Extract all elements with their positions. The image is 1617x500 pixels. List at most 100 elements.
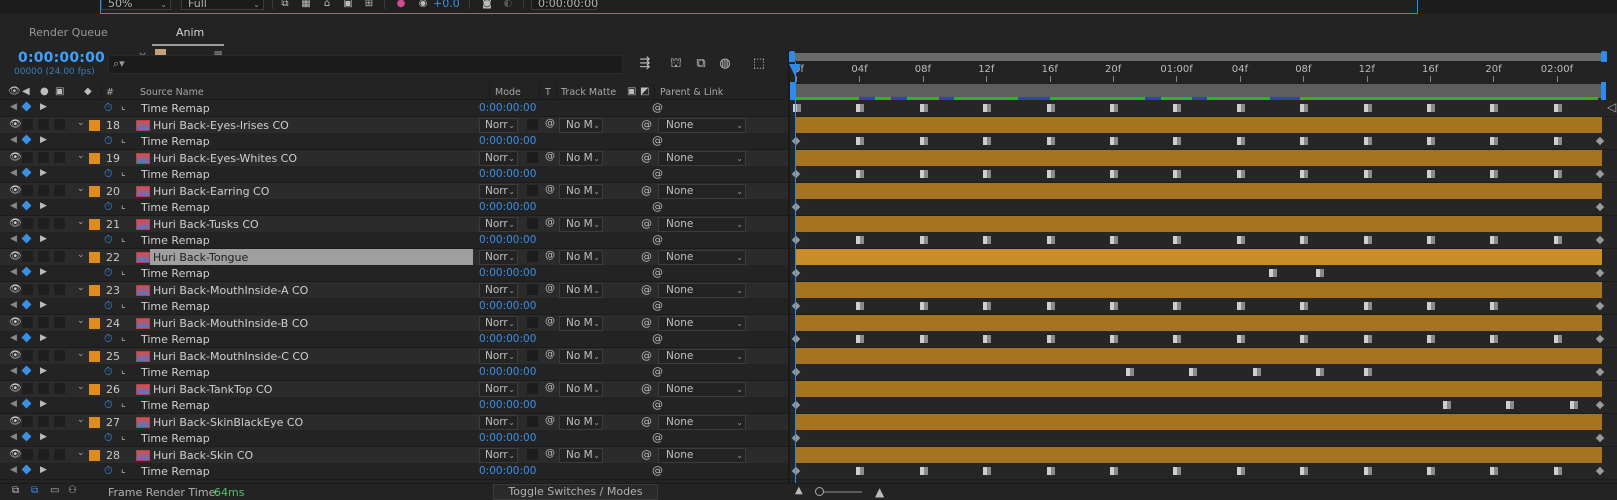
keyframe[interactable]: [1595, 466, 1605, 476]
add-keyframe-icon[interactable]: [21, 101, 32, 112]
audio-switch[interactable]: [22, 416, 33, 427]
graph-icon[interactable]: ⌞: [121, 398, 126, 409]
add-keyframe-icon[interactable]: [21, 266, 32, 277]
expression-pickwhip-icon[interactable]: @: [652, 233, 663, 246]
chevron-down-icon[interactable]: ⌄: [77, 283, 85, 293]
visibility-eye-icon[interactable]: 👁: [9, 152, 22, 163]
chevron-down-icon[interactable]: ⌄: [77, 217, 85, 227]
track-matte-select[interactable]: No M ⌄: [559, 151, 603, 166]
label-color-swatch[interactable]: [89, 186, 100, 197]
track-matte-select[interactable]: No M ⌄: [559, 250, 603, 265]
lock-switch[interactable]: [54, 284, 65, 295]
keyframe[interactable]: [1237, 137, 1245, 145]
keyframe[interactable]: [1173, 335, 1181, 343]
layer-name[interactable]: Huri Back-Earring CO: [150, 183, 473, 200]
audio-switch[interactable]: [22, 185, 33, 196]
keyframe[interactable]: [1269, 269, 1277, 277]
keyframe[interactable]: [1490, 104, 1498, 112]
track-matte-pickwhip-icon[interactable]: @: [545, 250, 555, 261]
zoom-select[interactable]: 50% ⌄: [101, 0, 171, 10]
keyframe[interactable]: [1110, 170, 1118, 178]
render-time-icon[interactable]: ⚇: [68, 485, 77, 496]
graph-icon[interactable]: ⌞: [121, 167, 126, 178]
keyframe[interactable]: [983, 236, 991, 244]
label-color-swatch[interactable]: [89, 351, 100, 362]
layer-duration-row[interactable]: [790, 315, 1617, 332]
parent-select[interactable]: None ⌄: [658, 448, 746, 463]
track-matte-select[interactable]: No M ⌄: [559, 316, 603, 331]
property-value[interactable]: 0:00:00:00: [479, 399, 536, 411]
track-matte-pickwhip-icon[interactable]: @: [545, 349, 555, 360]
property-row[interactable]: ◀ ▶ ⏱ ⌞ Time Remap 0:00:00:00 @: [0, 199, 790, 216]
stopwatch-icon[interactable]: ⏱: [104, 365, 113, 379]
track-matte-pickwhip-icon[interactable]: @: [545, 448, 555, 459]
layer-name[interactable]: Huri Back-SkinBlackEye CO: [150, 414, 473, 431]
keyframe[interactable]: [1554, 467, 1562, 475]
parent-select[interactable]: None ⌄: [658, 283, 746, 298]
preserve-transparency-toggle[interactable]: [527, 251, 538, 262]
add-keyframe-icon[interactable]: [21, 167, 32, 178]
next-keyframe-icon[interactable]: ▶: [40, 234, 47, 244]
layer-duration-bar[interactable]: [796, 414, 1602, 430]
preserve-transparency-toggle[interactable]: [527, 152, 538, 163]
prev-keyframe-icon[interactable]: ◀: [10, 333, 17, 343]
next-keyframe-icon[interactable]: ▶: [40, 465, 47, 475]
keyframe[interactable]: [1490, 170, 1498, 178]
keyframe[interactable]: [791, 169, 801, 179]
layer-row[interactable]: 👁 ⌄ 21 Huri Back-Tusks CO Norr ⌄ @ No M ⌄ @ None ⌄: [0, 216, 790, 233]
in-out-icon[interactable]: ▭: [50, 485, 59, 496]
keyframe-row[interactable]: [790, 430, 1617, 447]
preserve-transparency-toggle[interactable]: [527, 449, 538, 460]
keyframe-row[interactable]: [790, 232, 1617, 249]
property-row[interactable]: ◀ ▶ ⏱ ⌞ Time Remap 0:00:00:00 @: [0, 265, 790, 282]
layer-row[interactable]: 👁 ⌄ 25 Huri Back-MouthInside-C CO Norr ⌄ @ No M…: [0, 348, 790, 365]
keyframe-row[interactable]: [790, 166, 1617, 183]
keyframe[interactable]: [1427, 137, 1435, 145]
parent-select[interactable]: None ⌄: [658, 151, 746, 166]
lock-switch[interactable]: [54, 317, 65, 328]
tab-anim[interactable]: Anim: [176, 26, 204, 39]
timeline-zoom-knob[interactable]: [815, 487, 824, 496]
stopwatch-icon[interactable]: ⏱: [104, 332, 113, 346]
keyframe[interactable]: [1595, 268, 1605, 278]
keyframe[interactable]: [1173, 302, 1181, 310]
add-keyframe-icon[interactable]: [21, 332, 32, 343]
keyframe[interactable]: [1595, 235, 1605, 245]
property-value[interactable]: 0:00:00:00: [479, 135, 536, 147]
prev-keyframe-icon[interactable]: ◀: [10, 366, 17, 376]
add-keyframe-icon[interactable]: [21, 398, 32, 409]
preserve-transparency-toggle[interactable]: [527, 119, 538, 130]
parent-select[interactable]: None ⌄: [658, 349, 746, 364]
prev-keyframe-icon[interactable]: ◀: [10, 102, 17, 112]
property-value[interactable]: 0:00:00:00: [479, 267, 536, 279]
lock-switch[interactable]: [54, 383, 65, 394]
keyframe-row[interactable]: [790, 133, 1617, 150]
visibility-eye-icon[interactable]: 👁: [9, 383, 22, 394]
keyframe[interactable]: [1110, 104, 1118, 112]
keyframe[interactable]: [1189, 368, 1197, 376]
lock-switch[interactable]: [54, 119, 65, 130]
layer-duration-bar[interactable]: [796, 381, 1602, 397]
keyframe[interactable]: [1490, 302, 1498, 310]
layer-name[interactable]: Huri Back-Eyes-Whites CO: [150, 150, 473, 167]
keyframe[interactable]: [1173, 104, 1181, 112]
property-value[interactable]: 0:00:00:00: [479, 300, 536, 312]
prev-keyframe-icon[interactable]: ◀: [10, 399, 17, 409]
time-navigator[interactable]: [791, 53, 1603, 61]
stopwatch-icon[interactable]: ⏱: [104, 101, 113, 115]
keyframe[interactable]: [1047, 170, 1055, 178]
lock-switch[interactable]: [54, 350, 65, 361]
keyframe[interactable]: [920, 302, 928, 310]
layer-name[interactable]: Huri Back-MouthInside-B CO: [150, 315, 473, 332]
keyframe[interactable]: [1047, 236, 1055, 244]
keyframe[interactable]: [1110, 137, 1118, 145]
region-of-interest-icon[interactable]: ▣: [342, 0, 354, 9]
property-value[interactable]: 0:00:00:00: [479, 234, 536, 246]
keyframe[interactable]: [1316, 269, 1324, 277]
visibility-eye-icon[interactable]: 👁: [9, 284, 22, 295]
graph-icon[interactable]: ⌞: [121, 266, 126, 277]
graph-icon[interactable]: ⌞: [121, 134, 126, 145]
graph-icon[interactable]: ⌞: [121, 431, 126, 442]
current-time-field[interactable]: 0:00:00:00: [531, 0, 598, 10]
keyframe[interactable]: [1554, 170, 1562, 178]
